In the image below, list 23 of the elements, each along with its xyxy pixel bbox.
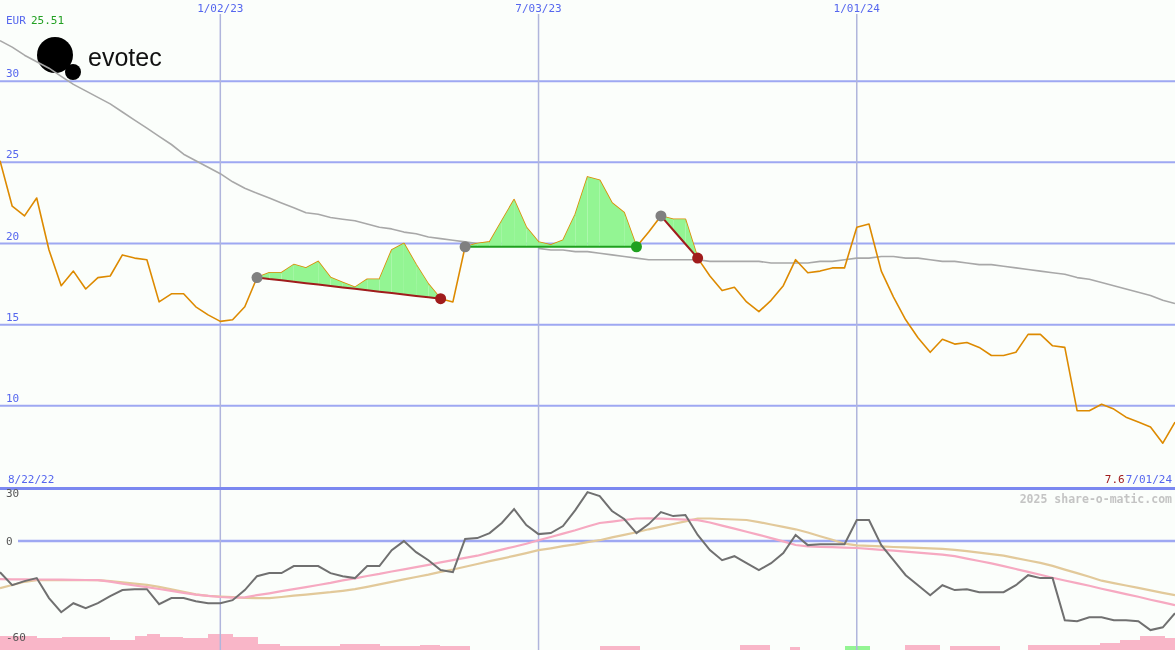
currency-label: EUR (6, 14, 26, 27)
signal-drawing (655, 210, 704, 264)
axis-label: -60 (6, 631, 26, 645)
axis-label: 25 (6, 148, 20, 162)
date-label: 1/01/24 (833, 2, 880, 15)
date-label: 7/01/24 (1125, 473, 1172, 486)
point (435, 293, 447, 305)
axis-label: 30 (6, 487, 20, 501)
logo-icon (37, 37, 81, 80)
credit-text: 2025 share-o-matic.com (1019, 492, 1172, 506)
date-label: 8/22/22 (8, 473, 55, 486)
date-label: 7/03/23 (515, 2, 562, 15)
point (692, 252, 704, 264)
axis-label: 20 (6, 229, 20, 243)
axis-label: 15 (6, 310, 20, 324)
date-label: 1/02/23 (197, 2, 244, 15)
axis-label: 10 (6, 391, 20, 405)
brand-name: evotec (88, 43, 162, 71)
axis-label: 30 (6, 67, 20, 81)
point (630, 241, 642, 253)
low-value: 7.6 (1104, 473, 1125, 486)
axis-label: 0 (6, 535, 13, 549)
price-value: 25.51 (31, 14, 65, 27)
